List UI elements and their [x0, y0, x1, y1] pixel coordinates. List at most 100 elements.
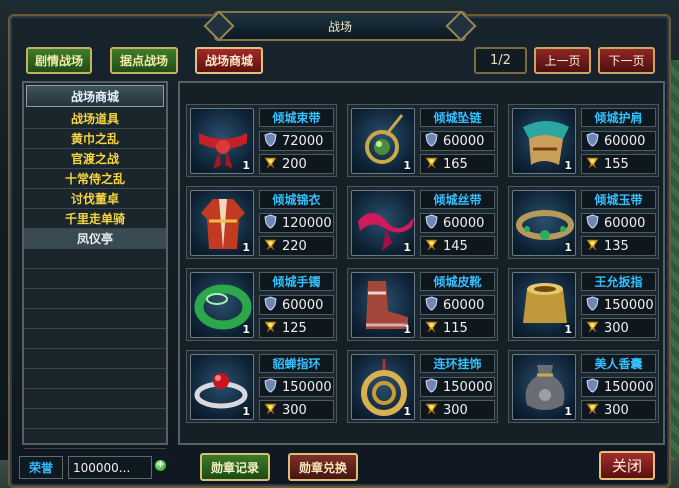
medal-price-value: 200 — [282, 156, 307, 172]
tab-story-battlefield[interactable]: 剧情战场 — [26, 47, 92, 74]
item-card[interactable]: 1 美人香囊 150000 300 — [508, 350, 659, 423]
game-shop-window: 战场 剧情战场 据点战场 战场商城 1/2 上一页 下一页 战场商城 战场道具 … — [0, 0, 679, 488]
item-quantity: 1 — [403, 323, 411, 336]
item-card[interactable]: 1 倾城坠链 60000 165 — [347, 104, 498, 177]
item-quantity: 1 — [242, 159, 250, 172]
item-name: 王允扳指 — [581, 272, 656, 291]
medal-price: 145 — [420, 236, 495, 256]
item-quantity: 1 — [403, 159, 411, 172]
item-name: 倾城玉带 — [581, 190, 656, 209]
boots-icon[interactable]: 1 — [351, 272, 415, 338]
ribbon-icon[interactable]: 1 — [351, 190, 415, 256]
item-card[interactable]: 1 貂蝉指环 150000 300 — [186, 350, 337, 423]
sidebar-item-guandu[interactable]: 官渡之战 — [24, 149, 166, 169]
item-card[interactable]: 1 倾城护肩 60000 155 — [508, 104, 659, 177]
medal-price-value: 300 — [443, 402, 468, 418]
item-quantity: 1 — [564, 323, 572, 336]
honor-label: 荣誉 — [19, 456, 63, 479]
sidebar-empty-row — [24, 369, 166, 389]
sidebar-empty-row — [24, 429, 166, 449]
item-quantity: 1 — [564, 241, 572, 254]
add-honor-icon[interactable]: + — [155, 460, 166, 471]
honor-value: 100000... — [68, 456, 152, 479]
honor-price-value: 150000 — [282, 379, 332, 395]
chain-ornament-icon[interactable]: 1 — [351, 354, 415, 420]
prev-page-button[interactable]: 上一页 — [534, 47, 591, 74]
honor-price-value: 60000 — [282, 297, 324, 313]
next-page-button[interactable]: 下一页 — [598, 47, 655, 74]
shield-icon — [421, 295, 443, 315]
robe-icon[interactable]: 1 — [190, 190, 254, 256]
sidebar-empty-row — [24, 389, 166, 409]
item-card[interactable]: 1 倾城锦衣 120000 220 — [186, 186, 337, 259]
honor-price-value: 60000 — [443, 297, 485, 313]
item-quantity: 1 — [564, 159, 572, 172]
item-quantity: 1 — [242, 241, 250, 254]
sachet-icon[interactable]: 1 — [512, 354, 576, 420]
medal-price-value: 300 — [604, 320, 629, 336]
sidebar-empty-row — [24, 289, 166, 309]
close-button[interactable]: 关闭 — [599, 451, 655, 480]
medal-record-button[interactable]: 勋章记录 — [200, 453, 270, 481]
sidebar-empty-row — [24, 249, 166, 269]
medal-icon — [260, 319, 282, 338]
honor-price: 150000 — [420, 377, 495, 397]
sidebar-item-ten-attendants[interactable]: 十常侍之乱 — [24, 169, 166, 189]
jade-belt-icon[interactable]: 1 — [512, 190, 576, 256]
item-card[interactable]: 1 倾城皮靴 60000 115 — [347, 268, 498, 341]
thumb-ring-icon[interactable]: 1 — [512, 272, 576, 338]
shield-icon — [421, 377, 443, 397]
honor-price: 60000 — [259, 295, 334, 315]
sidebar-empty-row — [24, 409, 166, 429]
item-card[interactable]: 1 倾城束带 72000 200 — [186, 104, 337, 177]
honor-price: 72000 — [259, 131, 334, 151]
medal-icon — [421, 237, 443, 256]
medal-icon — [260, 155, 282, 174]
honor-price-value: 60000 — [604, 215, 646, 231]
medal-exchange-button[interactable]: 勋章兑换 — [288, 453, 358, 481]
medal-price-value: 125 — [282, 320, 307, 336]
sidebar-item-dong-zhuo[interactable]: 讨伐董卓 — [24, 189, 166, 209]
sidebar-item-fengyi-pavilion[interactable]: 凤仪亭 — [24, 229, 166, 249]
item-name: 美人香囊 — [581, 354, 656, 373]
honor-price: 60000 — [420, 295, 495, 315]
item-card[interactable]: 1 连环挂饰 150000 300 — [347, 350, 498, 423]
sidebar-item-thousand-li[interactable]: 千里走单骑 — [24, 209, 166, 229]
title-bar: 战场 — [203, 10, 477, 42]
ring-icon[interactable]: 1 — [190, 354, 254, 420]
medal-price: 125 — [259, 318, 334, 338]
medal-price-value: 145 — [443, 238, 468, 254]
item-grid-panel: 1 倾城束带 72000 200 1 倾城坠链 60000 165 1 倾城护肩 60000 155 1… — [178, 81, 665, 445]
honor-price: 60000 — [420, 213, 495, 233]
tab-stronghold-battlefield[interactable]: 据点战场 — [110, 47, 178, 74]
item-card[interactable]: 1 倾城玉带 60000 135 — [508, 186, 659, 259]
shield-icon — [260, 377, 282, 397]
sidebar-item-yellow-turban[interactable]: 黄巾之乱 — [24, 129, 166, 149]
honor-price-value: 150000 — [604, 379, 654, 395]
pendant-icon[interactable]: 1 — [351, 108, 415, 174]
medal-price: 300 — [581, 318, 656, 338]
tab-battlefield-shop[interactable]: 战场商城 — [195, 47, 263, 74]
item-card[interactable]: 1 王允扳指 150000 300 — [508, 268, 659, 341]
page-indicator: 1/2 — [474, 47, 527, 74]
item-name: 倾城锦衣 — [259, 190, 334, 209]
sidebar-item-battlefield-props[interactable]: 战场道具 — [24, 109, 166, 129]
medal-price: 155 — [581, 154, 656, 174]
item-card[interactable]: 1 倾城丝带 60000 145 — [347, 186, 498, 259]
medal-price: 300 — [581, 400, 656, 420]
medal-price-value: 155 — [604, 156, 629, 172]
honor-price: 60000 — [420, 131, 495, 151]
item-quantity: 1 — [403, 241, 411, 254]
sidebar-empty-row — [24, 269, 166, 289]
honor-price: 150000 — [581, 295, 656, 315]
item-card[interactable]: 1 倾城手镯 60000 125 — [186, 268, 337, 341]
item-name: 貂蝉指环 — [259, 354, 334, 373]
sidebar-header: 战场商城 — [26, 85, 164, 107]
shoulder-guard-icon[interactable]: 1 — [512, 108, 576, 174]
honor-price-value: 150000 — [443, 379, 493, 395]
honor-price-value: 72000 — [282, 133, 324, 149]
item-quantity: 1 — [564, 405, 572, 418]
medal-icon — [582, 237, 604, 256]
sash-icon[interactable]: 1 — [190, 108, 254, 174]
bracelet-icon[interactable]: 1 — [190, 272, 254, 338]
